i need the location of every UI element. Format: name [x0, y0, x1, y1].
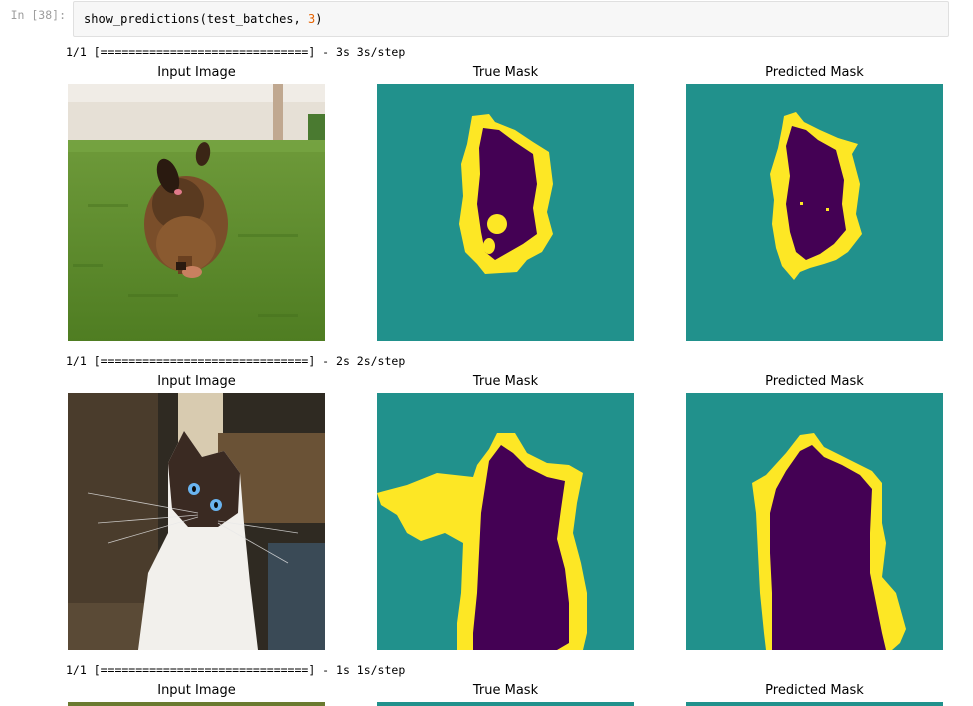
- title-input-image-2: Input Image: [157, 374, 236, 389]
- input-image-3: [68, 702, 325, 706]
- title-true-mask-1: True Mask: [472, 65, 539, 80]
- true-mask-2: [377, 393, 634, 650]
- title-input-image-1: Input Image: [157, 65, 236, 80]
- code-line[interactable]: show_predictions(test_batches, 3): [84, 12, 322, 26]
- code-cell[interactable]: show_predictions(test_batches, 3): [73, 1, 949, 37]
- dog-photo-icon: [68, 84, 325, 341]
- progress-output-3: 1/1 [==============================] - 1…: [66, 663, 406, 677]
- cat-photo-icon: [68, 393, 325, 650]
- true-mask-3: [377, 702, 634, 706]
- progress-output-2: 1/1 [==============================] - 2…: [66, 354, 406, 368]
- title-true-mask-3: True Mask: [472, 683, 539, 698]
- predicted-mask-2: [686, 393, 943, 650]
- segmentation-mask: [377, 84, 634, 341]
- predicted-mask-3: [686, 702, 943, 706]
- code-function-call: show_predictions(test_batches,: [84, 12, 308, 26]
- code-close-paren: ): [315, 12, 323, 26]
- input-image-2: [68, 393, 325, 650]
- progress-output-1: 1/1 [==============================] - 3…: [66, 45, 406, 59]
- input-image-1: [68, 84, 325, 341]
- true-mask-1: [377, 84, 634, 341]
- cell-prompt: In [38]:: [10, 8, 66, 22]
- title-input-image-3: Input Image: [157, 683, 236, 698]
- segmentation-mask: [686, 393, 943, 650]
- title-predicted-mask-3: Predicted Mask: [765, 683, 864, 698]
- segmentation-mask: [686, 84, 943, 341]
- segmentation-mask: [377, 393, 634, 650]
- title-predicted-mask-1: Predicted Mask: [765, 65, 864, 80]
- title-predicted-mask-2: Predicted Mask: [765, 374, 864, 389]
- title-true-mask-2: True Mask: [472, 374, 539, 389]
- predicted-mask-1: [686, 84, 943, 341]
